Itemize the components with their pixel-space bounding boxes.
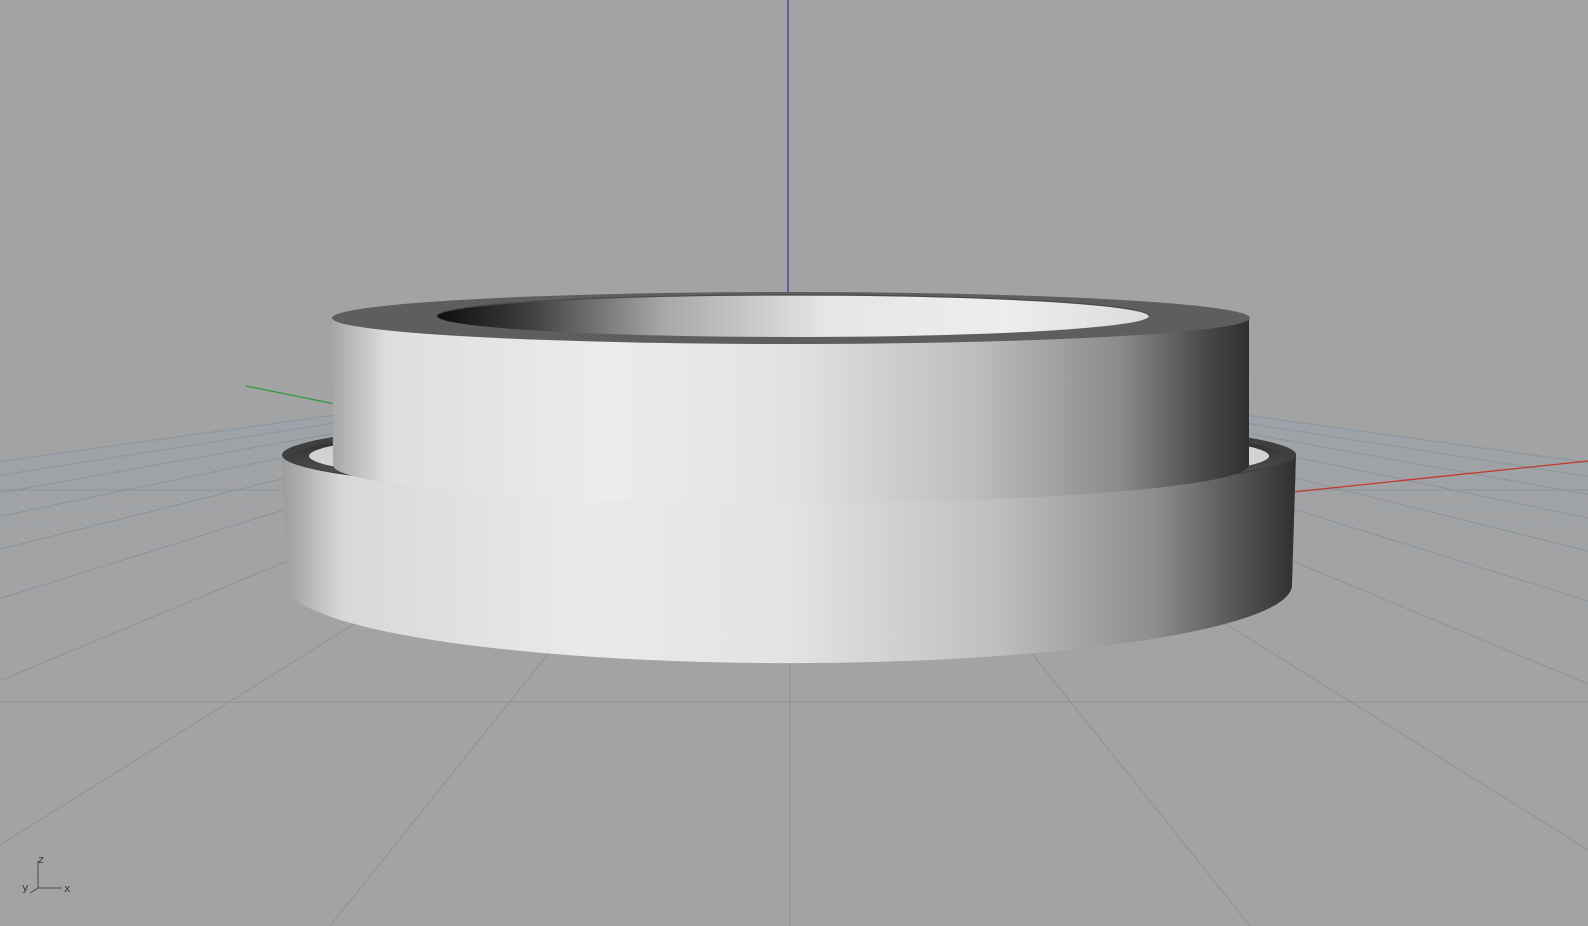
axis-widget-x-label: x bbox=[64, 882, 71, 895]
axis-widget-y-label: y bbox=[22, 881, 29, 894]
3d-viewport[interactable]: z y x bbox=[0, 0, 1588, 926]
axis-widget: z y x bbox=[22, 853, 71, 895]
viewport-scene[interactable]: z y x bbox=[0, 0, 1588, 926]
ring-model[interactable] bbox=[282, 292, 1296, 664]
axis-widget-z-label: z bbox=[38, 853, 44, 866]
y-axis-line bbox=[245, 385, 336, 405]
